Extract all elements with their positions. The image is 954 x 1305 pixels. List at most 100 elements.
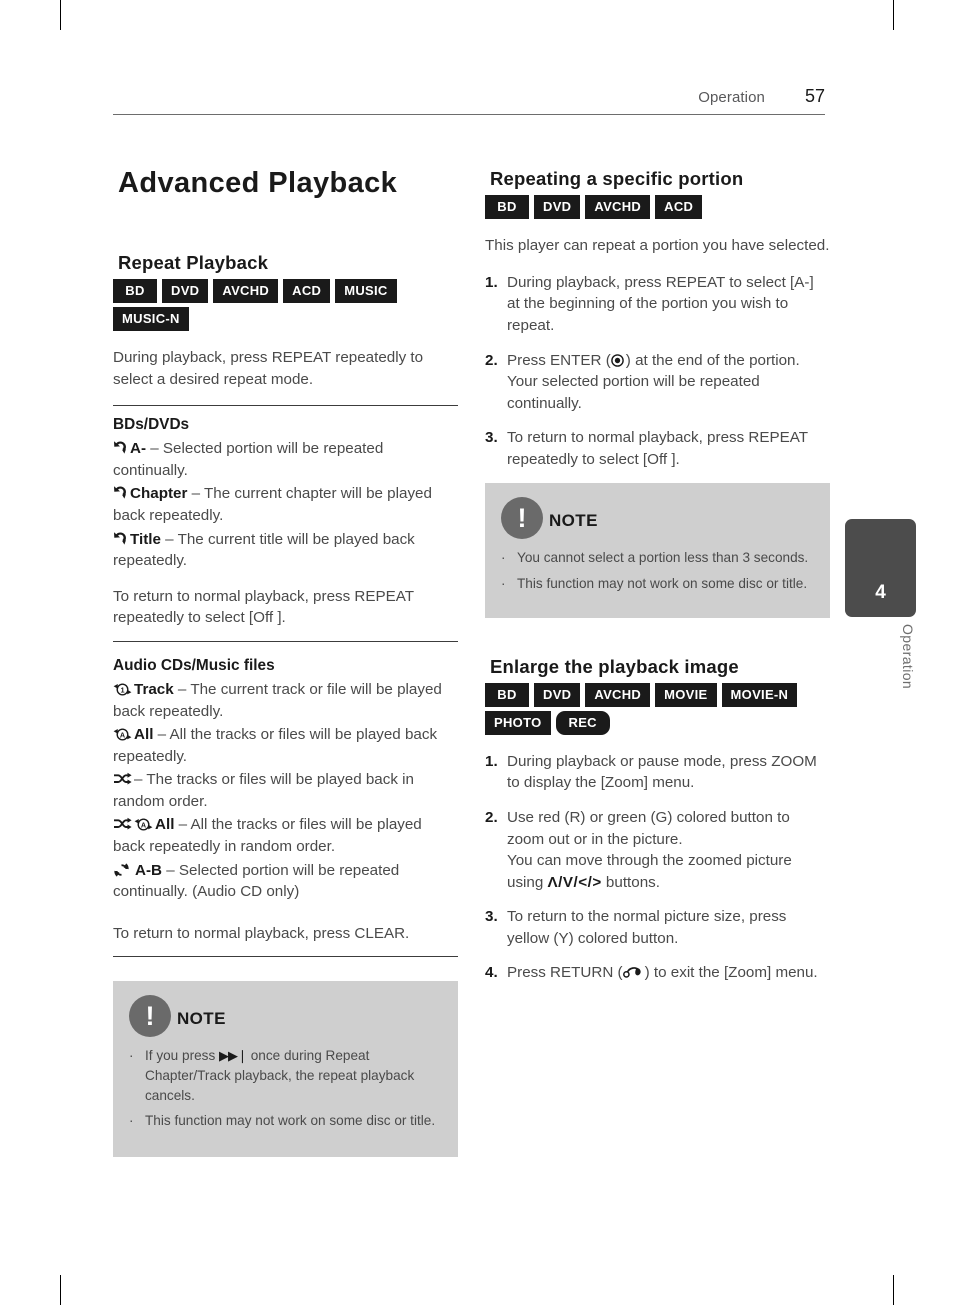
mode-line-chapter: Chapter – The current chapter will be pl…	[113, 483, 458, 526]
mode-line-track: 1 Track – The current track or file will …	[113, 679, 458, 722]
mode-label: Chapter	[130, 485, 188, 503]
repeat-arrow-icon	[113, 440, 128, 456]
step-item: 1. During playback, press REPEAT to sele…	[485, 272, 830, 337]
return-arrow-icon	[622, 966, 643, 980]
bd-dvd-modes-block: BDs/DVDs A- – Selected portion will be r…	[113, 405, 458, 642]
media-badge: ACD	[655, 195, 703, 220]
media-badge-group-repeat-playback: BD DVD AVCHD ACD MUSIC MUSIC-N	[113, 279, 443, 332]
mode-line-ab: A-B – Selected portion will be repeated …	[113, 860, 458, 903]
step-number: 2.	[485, 351, 498, 369]
step-text: Press RETURN ( ) to exit the [Zoom] menu.	[507, 962, 830, 984]
svg-text:A: A	[120, 731, 125, 740]
step-text-pre: Press RETURN (	[507, 964, 623, 982]
note-box-repeat-playback: ! NOTE · If you press ▶▶❘ once during Re…	[113, 981, 458, 1157]
mode-line-a-minus: A- – Selected portion will be repeated c…	[113, 438, 458, 481]
media-badge: DVD	[534, 195, 581, 220]
step-item: 3. To return to normal playback, press R…	[485, 427, 830, 470]
right-column: Repeating a specific portion BD DVD AVCH…	[485, 168, 830, 997]
mode-label: Track	[134, 680, 174, 698]
step-text: During playback or pause mode, press ZOO…	[507, 752, 817, 792]
exclamation-icon: !	[129, 995, 171, 1038]
step-item: 3. To return to the normal picture size,…	[485, 906, 830, 949]
mode-desc: – Selected portion will be repeated cont…	[113, 440, 384, 479]
mode-line-shuffle: – The tracks or files will be played bac…	[113, 769, 458, 812]
repeating-portion-intro: This player can repeat a portion you hav…	[485, 237, 830, 255]
note-header: ! NOTE	[501, 497, 814, 540]
bd-dvd-footer: To return to normal playback, press REPE…	[113, 586, 458, 642]
bullet-icon: ·	[129, 1048, 134, 1064]
mode-label: A-B	[135, 861, 162, 879]
repeat-arrow-icon	[113, 531, 128, 547]
note-title: NOTE	[549, 511, 598, 531]
header-rule	[113, 114, 825, 115]
media-badge-group-enlarge-image: BD DVD AVCHD MOVIE MOVIE-N PHOTO REC	[485, 682, 830, 735]
bullet-icon: ·	[501, 550, 506, 566]
chapter-tab: 4	[845, 519, 916, 617]
page-header: Operation 57	[113, 86, 825, 115]
chapter-label: Operation	[900, 624, 916, 690]
step-text: Use red (R) or green (G) colored button …	[507, 807, 830, 893]
step-number: 4.	[485, 964, 498, 982]
note-item-text: This function may not work on some disc …	[145, 1113, 436, 1129]
audio-cd-footer: To return to normal playback, press CLEA…	[113, 923, 458, 958]
media-badge: BD	[485, 195, 529, 220]
mode-label: All	[134, 726, 154, 744]
chapter-number: 4	[875, 582, 886, 603]
mode-line-shuffle-all: A All – All the tracks or files will be p…	[113, 814, 458, 857]
section-heading-repeating-portion: Repeating a specific portion	[490, 168, 744, 189]
crop-mark-bottom-right	[893, 1275, 894, 1305]
media-badge: AVCHD	[585, 682, 651, 707]
step-text: To return to the normal picture size, pr…	[507, 908, 787, 947]
step-text-post: ) to exit the [Zoom] menu.	[644, 964, 818, 982]
step-item: 2. Use red (R) or green (G) colored butt…	[485, 807, 830, 893]
step-item: 4. Press RETURN ( ) to exit the [Zoom] me…	[485, 962, 830, 984]
repeat-one-icon: 1	[113, 681, 132, 697]
step-number: 3.	[485, 429, 498, 447]
note-list: · You cannot select a portion less than …	[501, 548, 814, 593]
note-list: · If you press ▶▶❘ once during Repeat Ch…	[129, 1046, 442, 1130]
section-heading-enlarge-image: Enlarge the playback image	[490, 655, 739, 677]
media-badge: MUSIC-N	[113, 307, 189, 332]
media-badge: DVD	[534, 682, 581, 707]
step-number: 1.	[485, 752, 498, 770]
step-item: 1. During playback or pause mode, press …	[485, 751, 830, 794]
note-item: · This function may not work on some dis…	[501, 574, 814, 594]
step-text-pre: Press ENTER (	[507, 351, 611, 369]
media-badge: MUSIC	[335, 279, 397, 304]
header-row: Operation 57	[113, 86, 825, 114]
mode-line-title: Title – The current title will be played…	[113, 529, 458, 572]
header-section-name: Operation	[698, 89, 765, 106]
repeat-all-icon: A	[113, 726, 132, 742]
repeat-playback-intro: During playback, press REPEAT repeatedly…	[113, 349, 424, 388]
audio-cd-sub-title: Audio CDs/Music files	[113, 656, 275, 674]
step-text-pre: Use red (R) or green (G) colored button …	[507, 809, 790, 848]
note-item: · You cannot select a portion less than …	[501, 548, 814, 568]
repeat-ab-icon	[113, 862, 130, 878]
repeat-arrow-icon	[113, 485, 128, 501]
media-badge: AVCHD	[213, 279, 279, 304]
svg-text:1: 1	[120, 686, 124, 695]
shuffle-icon	[113, 771, 132, 787]
media-badge-group-repeating-portion: BD DVD AVCHD ACD	[485, 195, 815, 220]
step-text: To return to normal playback, press REPE…	[507, 429, 808, 468]
step-number: 1.	[485, 273, 498, 291]
media-badge: MOVIE	[655, 682, 717, 707]
mode-label: All	[155, 816, 175, 834]
media-badge: ACD	[283, 279, 331, 304]
note-box-repeating-portion: ! NOTE · You cannot select a portion les…	[485, 483, 830, 618]
step-item: 2. Press ENTER () at the end of the port…	[485, 350, 830, 415]
media-badge: BD	[485, 682, 529, 707]
exclamation-icon: !	[501, 497, 543, 540]
bd-dvd-sub-title: BDs/DVDs	[113, 416, 190, 434]
bullet-icon: ·	[501, 576, 506, 592]
step-text-post: buttons.	[601, 873, 660, 891]
note-header: ! NOTE	[129, 995, 442, 1038]
fast-forward-icon: ▶▶❘	[219, 1048, 248, 1064]
mode-label: Title	[130, 530, 161, 548]
media-badge: AVCHD	[585, 195, 651, 220]
mode-line-all: A All – All the tracks or files will be p…	[113, 724, 458, 767]
step-number: 3.	[485, 908, 498, 926]
step-number: 2.	[485, 809, 498, 827]
mode-desc: – The tracks or files will be played bac…	[113, 771, 414, 810]
media-badge: BD	[113, 279, 157, 304]
